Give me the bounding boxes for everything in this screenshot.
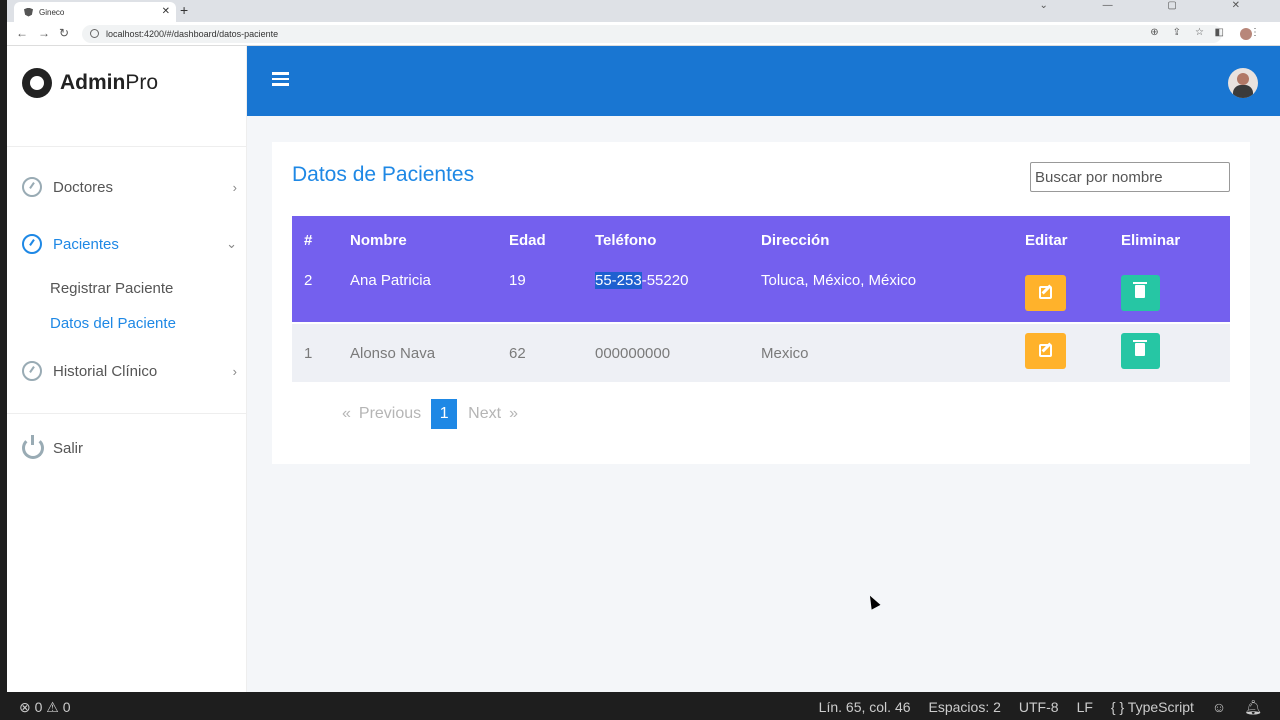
forward-icon[interactable]: → — [38, 26, 50, 40]
cell-edad: 19 — [497, 264, 583, 323]
edit-icon — [1039, 344, 1052, 357]
back-icon[interactable]: ← — [16, 26, 28, 40]
column-header: Teléfono — [583, 216, 749, 264]
gauge-icon — [22, 177, 42, 197]
sidebar-item-label: Historial Clínico — [53, 362, 158, 380]
site-info-icon[interactable] — [90, 29, 99, 38]
trash-icon — [1133, 340, 1147, 356]
edit-icon — [1039, 286, 1052, 299]
prev-arrow[interactable]: « — [342, 405, 351, 423]
text-selection: 55-253 — [595, 272, 642, 289]
close-tab-icon[interactable]: ✕ — [162, 6, 170, 17]
sidebar-subitem-registrar-paciente[interactable]: Registrar Paciente — [50, 280, 173, 297]
edit-button[interactable] — [1025, 275, 1066, 311]
table-row: 2 Ana Patricia 19 55-253-55220 Toluca, M… — [292, 264, 1230, 323]
page-title: Datos de Pacientes — [292, 163, 475, 186]
logo[interactable]: AdminPro — [22, 68, 158, 98]
next-button[interactable]: Next — [468, 405, 501, 423]
divider — [7, 146, 247, 147]
problems-indicator[interactable]: ⊗ 0 ⚠ 0 — [19, 699, 71, 716]
page-number-current[interactable]: 1 — [431, 399, 458, 429]
feedback-icon[interactable]: ☺ — [1212, 699, 1226, 716]
cell-nombre: Ana Patricia — [338, 264, 497, 323]
encoding[interactable]: UTF-8 — [1019, 699, 1059, 716]
delete-button[interactable] — [1121, 275, 1160, 311]
indentation[interactable]: Espacios: 2 — [929, 699, 1001, 716]
previous-button[interactable]: Previous — [359, 405, 421, 423]
divider — [7, 413, 247, 414]
reload-icon[interactable]: ↻ — [59, 26, 69, 40]
sidebar-item-doctores[interactable]: Doctores › — [22, 177, 237, 197]
chevron-down-icon: ⌄ — [226, 236, 237, 251]
window-controls[interactable]: ⌄ — ▢ ✕ — [1039, 0, 1266, 11]
logout-link[interactable]: Salir — [22, 435, 237, 459]
sidebar-item-label: Pacientes — [53, 235, 119, 253]
cell-edad: 62 — [497, 322, 583, 382]
search-input[interactable] — [1030, 162, 1230, 192]
delete-button[interactable] — [1121, 333, 1160, 369]
column-header: Edad — [497, 216, 583, 264]
main-content: Datos de Pacientes # Nombre Edad Teléfon… — [247, 116, 1280, 692]
editor-statusbar: ⊗ 0 ⚠ 0 Lín. 65, col. 46 Espacios: 2 UTF… — [0, 692, 1280, 720]
url-field[interactable]: localhost:4200/#/dashboard/datos-pacient… — [82, 25, 1222, 43]
browser-tab[interactable]: Gineco ✕ — [14, 2, 176, 22]
cell-editar — [1013, 322, 1109, 382]
table-row: 1 Alonso Nava 62 000000000 Mexico — [292, 322, 1230, 382]
logo-text: AdminPro — [60, 71, 159, 94]
cell-telefono: 55-253-55220 — [583, 264, 749, 323]
next-arrow[interactable]: » — [509, 405, 518, 423]
hamburger-menu-icon[interactable] — [272, 72, 289, 86]
cell-direccion: Toluca, México, México — [749, 264, 1013, 323]
edit-button[interactable] — [1025, 333, 1066, 369]
address-bar: ← → ↻ localhost:4200/#/dashboard/datos-p… — [7, 22, 1280, 46]
url-text: localhost:4200/#/dashboard/datos-pacient… — [106, 29, 279, 39]
bell-icon[interactable]: 🔔︎ — [1244, 699, 1262, 716]
logo-icon — [22, 68, 52, 98]
statusbar-right: Lín. 65, col. 46 Espacios: 2 UTF-8 LF { … — [801, 699, 1262, 716]
column-header: Editar — [1013, 216, 1109, 264]
patients-table: # Nombre Edad Teléfono Dirección Editar … — [292, 216, 1230, 382]
column-header: Nombre — [338, 216, 497, 264]
sidebar-subitem-datos-paciente[interactable]: Datos del Paciente — [50, 315, 176, 332]
gauge-icon — [22, 361, 42, 381]
cell-eliminar — [1109, 322, 1230, 382]
cursor-position[interactable]: Lín. 65, col. 46 — [819, 699, 911, 716]
sidebar-item-pacientes[interactable]: Pacientes ⌄ — [22, 234, 237, 254]
new-tab-button[interactable]: + — [180, 2, 188, 18]
logout-label: Salir — [53, 439, 84, 457]
sidepanel-icon[interactable]: ◧ — [1215, 27, 1232, 38]
user-avatar[interactable] — [1228, 68, 1258, 98]
cell-id: 1 — [292, 322, 338, 382]
sidebar: AdminPro Doctores › Pacientes ⌄ Registra… — [7, 46, 247, 692]
tab-title: Gineco — [39, 7, 65, 17]
language-mode[interactable]: { } TypeScript — [1111, 699, 1194, 716]
sidebar-item-historial[interactable]: Historial Clínico › — [22, 361, 237, 381]
cell-id: 2 — [292, 264, 338, 323]
column-header: Eliminar — [1109, 216, 1230, 264]
menu-icon[interactable]: ⋮ — [1250, 27, 1268, 38]
cell-telefono: 000000000 — [583, 322, 749, 382]
cell-editar — [1013, 264, 1109, 323]
browser-window: Gineco ✕ + ⌄ — ▢ ✕ ← → ↻ localhost:4200/… — [7, 0, 1280, 692]
angular-icon — [24, 7, 33, 17]
end-of-line[interactable]: LF — [1077, 699, 1093, 716]
cell-direccion: Mexico — [749, 322, 1013, 382]
sidebar-item-label: Doctores — [53, 178, 114, 196]
tab-strip: Gineco ✕ + ⌄ — ▢ ✕ — [7, 0, 1280, 22]
patients-card: Datos de Pacientes # Nombre Edad Teléfon… — [272, 142, 1250, 464]
cell-eliminar — [1109, 264, 1230, 323]
gauge-icon — [22, 234, 42, 254]
pagination: « Previous 1 Next » — [342, 399, 526, 429]
chevron-right-icon: › — [232, 179, 237, 195]
url-action-icons[interactable]: ⊕⇪☆ — [1150, 27, 1218, 38]
top-navbar — [247, 46, 1280, 116]
column-header: # — [292, 216, 338, 264]
mouse-cursor — [865, 593, 881, 610]
power-icon — [22, 435, 44, 459]
trash-icon — [1133, 282, 1147, 298]
chevron-right-icon: › — [232, 363, 237, 379]
column-header: Dirección — [749, 216, 1013, 264]
cell-nombre: Alonso Nava — [338, 322, 497, 382]
